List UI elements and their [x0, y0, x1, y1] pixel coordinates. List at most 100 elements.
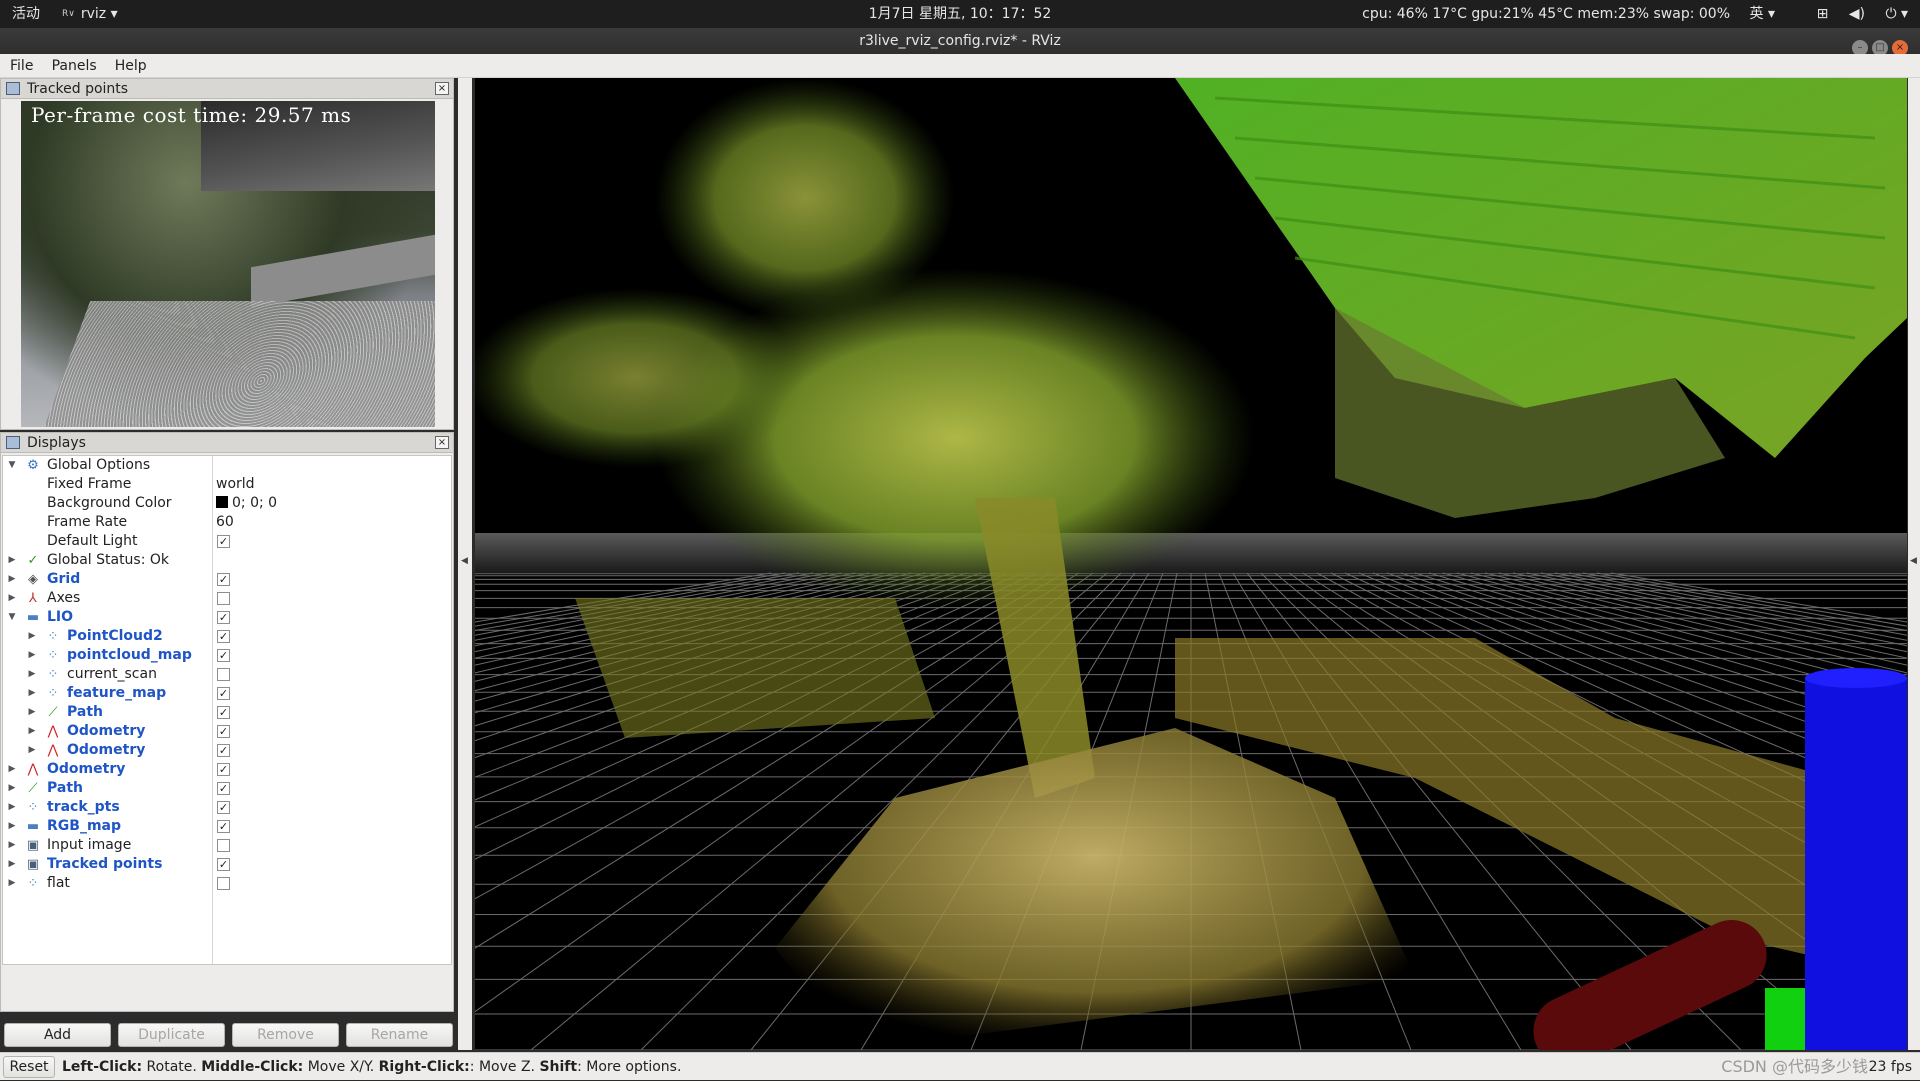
tree-row-track-pts[interactable]: ▶ ⁘ track_pts ✓	[3, 798, 451, 817]
tree-row-background-color[interactable]: Background Color 0; 0; 0	[3, 494, 451, 513]
display-checkbox[interactable]: ✓	[217, 763, 230, 776]
display-checkbox[interactable]: ✓	[217, 706, 230, 719]
network-icon[interactable]: ⊞	[1817, 6, 1829, 22]
tree-row-flat[interactable]: ▶ ⁘ flat	[3, 874, 451, 893]
expand-arrow-icon[interactable]: ▶	[27, 703, 37, 722]
right-dock-splitter[interactable]: ◀	[1908, 78, 1920, 1050]
expand-arrow-icon[interactable]: ▶	[7, 589, 17, 608]
display-checkbox[interactable]: ✓	[217, 744, 230, 757]
tree-row-global-status[interactable]: ▶ ✓ Global Status: Ok	[3, 551, 451, 570]
tree-row-grid[interactable]: ▶ ◈ Grid ✓	[3, 570, 451, 589]
expand-arrow-icon[interactable]: ▶	[7, 874, 17, 893]
displays-panel-header[interactable]: Displays ×	[1, 433, 453, 453]
expand-arrow-icon[interactable]: ▶	[7, 779, 17, 798]
expand-arrow-icon[interactable]: ▶	[27, 722, 37, 741]
tree-row-fixed-frame[interactable]: Fixed Frame world	[3, 475, 451, 494]
volume-icon[interactable]: ◀)	[1849, 6, 1865, 22]
add-display-button[interactable]: Add	[4, 1023, 111, 1047]
display-checkbox[interactable]	[217, 877, 230, 890]
tree-row-frame-rate[interactable]: Frame Rate 60	[3, 513, 451, 532]
display-label: Grid	[47, 571, 81, 587]
expand-arrow-icon[interactable]: ▶	[27, 684, 37, 703]
expand-arrow-icon[interactable]: ▶	[7, 836, 17, 855]
expand-arrow-icon[interactable]: ▶	[7, 551, 17, 570]
display-checkbox[interactable]: ✓	[217, 649, 230, 662]
tree-row-lio-odometry-1[interactable]: ▶ ⋀ Odometry ✓	[3, 722, 451, 741]
remove-display-button[interactable]: Remove	[232, 1023, 339, 1047]
close-icon[interactable]: ×	[435, 436, 449, 449]
frame-rate-value[interactable]: 60	[216, 513, 234, 532]
menu-file[interactable]: File	[10, 58, 33, 74]
display-checkbox[interactable]	[217, 668, 230, 681]
expand-arrow-icon[interactable]: ▶	[7, 798, 17, 817]
tree-row-feature-map[interactable]: ▶ ⁘ feature_map ✓	[3, 684, 451, 703]
expand-arrow-icon[interactable]: ▶	[27, 627, 37, 646]
frame-rate-label: Frame Rate	[47, 514, 128, 530]
displays-tree[interactable]: ▼ ⚙ Global Options Fixed Frame world Bac…	[2, 455, 452, 965]
tracked-points-panel-header[interactable]: Tracked points ×	[1, 79, 453, 99]
display-checkbox[interactable]: ✓	[217, 573, 230, 586]
tree-row-default-light[interactable]: Default Light ✓	[3, 532, 451, 551]
expand-arrow-icon[interactable]: ▶	[7, 817, 17, 836]
tree-row-current-scan[interactable]: ▶ ⁘ current_scan	[3, 665, 451, 684]
collapse-right-icon[interactable]: ◀	[1910, 556, 1917, 566]
display-checkbox[interactable]: ✓	[217, 687, 230, 700]
tree-row-global-options[interactable]: ▼ ⚙ Global Options	[3, 456, 451, 475]
display-checkbox[interactable]: ✓	[217, 611, 230, 624]
expand-arrow-icon[interactable]: ▶	[7, 760, 17, 779]
display-checkbox[interactable]	[217, 839, 230, 852]
menu-panels[interactable]: Panels	[52, 58, 97, 74]
default-light-checkbox[interactable]: ✓	[217, 535, 230, 548]
tree-row-lio[interactable]: ▼ ▬ LIO ✓	[3, 608, 451, 627]
global-status-label: Global Status: Ok	[47, 552, 170, 568]
tree-row-pointcloud-map[interactable]: ▶ ⁘ pointcloud_map ✓	[3, 646, 451, 665]
display-checkbox[interactable]: ✓	[217, 725, 230, 738]
display-label: feature_map	[67, 685, 167, 701]
tree-row-input-image[interactable]: ▶ ▣ Input image	[3, 836, 451, 855]
duplicate-display-button[interactable]: Duplicate	[118, 1023, 225, 1047]
pointcloud-icon: ⁘	[27, 800, 39, 815]
tree-row-lio-odometry-2[interactable]: ▶ ⋀ Odometry ✓	[3, 741, 451, 760]
reset-view-button[interactable]: Reset	[3, 1056, 55, 1078]
path-icon: ⟋	[48, 705, 58, 720]
tree-row-pointcloud2[interactable]: ▶ ⁘ PointCloud2 ✓	[3, 627, 451, 646]
display-checkbox[interactable]: ✓	[217, 782, 230, 795]
tree-row-tracked-points[interactable]: ▶ ▣ Tracked points ✓	[3, 855, 451, 874]
display-label: Axes	[47, 590, 81, 606]
fixed-frame-value[interactable]: world	[216, 475, 255, 494]
activities-button[interactable]: 活动	[12, 0, 40, 28]
expand-arrow-icon[interactable]: ▶	[7, 570, 17, 589]
display-checkbox[interactable]: ✓	[217, 801, 230, 814]
expand-arrow-icon[interactable]: ▼	[7, 608, 17, 627]
system-monitor-stats[interactable]: cpu: 46% 17°C gpu:21% 45°C mem:23% swap:…	[1362, 0, 1730, 28]
display-label: track_pts	[47, 799, 120, 815]
display-checkbox[interactable]	[217, 592, 230, 605]
render-3d-view[interactable]	[475, 78, 1907, 1050]
input-method-indicator[interactable]: 英 ▾	[1750, 0, 1775, 28]
background-color-value[interactable]: 0; 0; 0	[216, 494, 277, 513]
tree-row-path[interactable]: ▶ ⟋ Path ✓	[3, 779, 451, 798]
close-icon[interactable]: ×	[435, 82, 449, 95]
expand-arrow-icon[interactable]: ▶	[27, 646, 37, 665]
expand-arrow-icon[interactable]: ▶	[7, 855, 17, 874]
app-menu[interactable]: R∨ rviz ▾	[62, 0, 118, 28]
window-title-bar[interactable]: r3live_rviz_config.rviz* - RViz – □ ×	[0, 28, 1920, 56]
collapse-left-icon[interactable]: ◀	[461, 556, 468, 566]
power-icon[interactable]: ⏻ ▾	[1885, 6, 1908, 22]
rename-display-button[interactable]: Rename	[346, 1023, 453, 1047]
display-checkbox[interactable]: ✓	[217, 630, 230, 643]
menu-help[interactable]: Help	[115, 58, 147, 74]
tree-row-lio-path[interactable]: ▶ ⟋ Path ✓	[3, 703, 451, 722]
display-checkbox[interactable]: ✓	[217, 858, 230, 871]
clock[interactable]: 1月7日 星期五, 10：17：52	[869, 6, 1052, 22]
system-tray[interactable]: ⊞ ◀) ⏻ ▾	[1801, 0, 1908, 28]
expand-arrow-icon[interactable]: ▶	[27, 741, 37, 760]
display-checkbox[interactable]: ✓	[217, 820, 230, 833]
tree-row-rgb-map[interactable]: ▶ ▬ RGB_map ✓	[3, 817, 451, 836]
expand-arrow-icon[interactable]: ▼	[7, 456, 17, 475]
grid-icon: ◈	[28, 572, 38, 587]
tree-row-odometry[interactable]: ▶ ⋀ Odometry ✓	[3, 760, 451, 779]
expand-arrow-icon[interactable]: ▶	[27, 665, 37, 684]
left-dock-splitter[interactable]: ◀	[458, 78, 472, 1050]
tree-row-axes[interactable]: ▶ ⅄ Axes	[3, 589, 451, 608]
